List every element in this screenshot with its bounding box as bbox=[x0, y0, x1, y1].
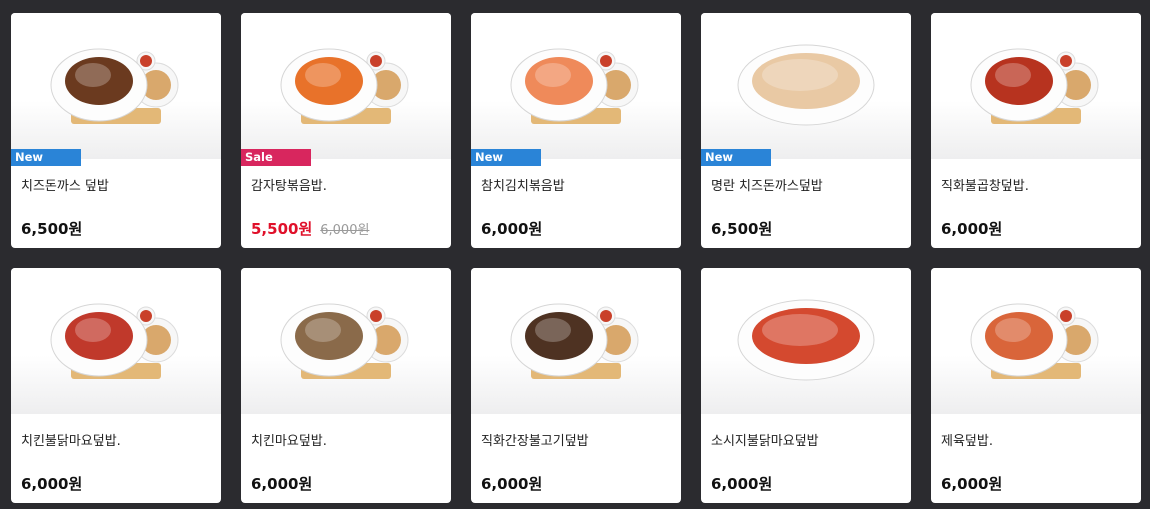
product-name[interactable]: 치킨마요덮밥. bbox=[251, 430, 327, 449]
price-row: 6,000원 bbox=[251, 473, 312, 494]
product-image[interactable] bbox=[11, 268, 221, 414]
product-image[interactable] bbox=[471, 13, 681, 159]
product-grid: New 치즈돈까스 덮밥 6,500원 Sale 감자탕볶음밥. 5,500원 6,000원… bbox=[11, 13, 1141, 503]
product-card[interactable]: Sale 감자탕볶음밥. 5,500원 6,000원 bbox=[241, 13, 451, 248]
product-card[interactable]: 직화불곱창덮밥. 6,000원 bbox=[931, 13, 1141, 248]
sale-price: 5,500원 bbox=[251, 220, 313, 238]
product-image[interactable] bbox=[931, 268, 1141, 414]
product-price: 6,500원 bbox=[711, 220, 773, 238]
product-price: 6,000원 bbox=[481, 475, 543, 493]
product-name[interactable]: 제육덮밥. bbox=[941, 430, 993, 449]
product-price: 6,000원 bbox=[481, 220, 543, 238]
product-name[interactable]: 치킨불닭마요덮밥. bbox=[21, 430, 121, 449]
price-row: 6,000원 bbox=[481, 218, 542, 239]
product-price: 6,500원 bbox=[21, 220, 83, 238]
product-image[interactable] bbox=[241, 268, 451, 414]
product-price: 6,000원 bbox=[21, 475, 83, 493]
new-badge: New bbox=[471, 149, 541, 166]
price-row: 6,500원 bbox=[21, 218, 82, 239]
price-row: 5,500원 6,000원 bbox=[251, 218, 369, 239]
product-price: 6,000원 bbox=[941, 220, 1003, 238]
product-card[interactable]: 치킨불닭마요덮밥. 6,000원 bbox=[11, 268, 221, 503]
price-row: 6,000원 bbox=[941, 218, 1002, 239]
product-image[interactable] bbox=[701, 268, 911, 414]
original-price: 6,000원 bbox=[320, 223, 370, 238]
product-image[interactable] bbox=[471, 268, 681, 414]
product-name[interactable]: 감자탕볶음밥. bbox=[251, 175, 327, 194]
product-name[interactable]: 소시지불닭마요덮밥 bbox=[711, 430, 819, 449]
product-name[interactable]: 직화간장불고기덮밥 bbox=[481, 430, 589, 449]
sale-badge: Sale bbox=[241, 149, 311, 166]
product-name[interactable]: 직화불곱창덮밥. bbox=[941, 175, 1029, 194]
product-price: 6,000원 bbox=[941, 475, 1003, 493]
new-badge: New bbox=[11, 149, 81, 166]
price-row: 6,000원 bbox=[711, 473, 772, 494]
product-image[interactable] bbox=[241, 13, 451, 159]
product-card[interactable]: 소시지불닭마요덮밥 6,000원 bbox=[701, 268, 911, 503]
price-row: 6,500원 bbox=[711, 218, 772, 239]
product-image[interactable] bbox=[701, 13, 911, 159]
new-badge: New bbox=[701, 149, 771, 166]
product-card[interactable]: New 명란 치즈돈까스덮밥 6,500원 bbox=[701, 13, 911, 248]
price-row: 6,000원 bbox=[941, 473, 1002, 494]
product-name[interactable]: 명란 치즈돈까스덮밥 bbox=[711, 175, 823, 194]
product-card[interactable]: 직화간장불고기덮밥 6,000원 bbox=[471, 268, 681, 503]
product-card[interactable]: 제육덮밥. 6,000원 bbox=[931, 268, 1141, 503]
product-price: 6,000원 bbox=[251, 475, 313, 493]
product-card[interactable]: New 참치김치볶음밥 6,000원 bbox=[471, 13, 681, 248]
product-name[interactable]: 치즈돈까스 덮밥 bbox=[21, 175, 109, 194]
scrollbar[interactable] bbox=[1142, 0, 1150, 509]
product-price: 6,000원 bbox=[711, 475, 773, 493]
price-row: 6,000원 bbox=[481, 473, 542, 494]
product-image[interactable] bbox=[931, 13, 1141, 159]
product-name[interactable]: 참치김치볶음밥 bbox=[481, 175, 565, 194]
price-row: 6,000원 bbox=[21, 473, 82, 494]
product-image[interactable] bbox=[11, 13, 221, 159]
product-card[interactable]: 치킨마요덮밥. 6,000원 bbox=[241, 268, 451, 503]
product-card[interactable]: New 치즈돈까스 덮밥 6,500원 bbox=[11, 13, 221, 248]
